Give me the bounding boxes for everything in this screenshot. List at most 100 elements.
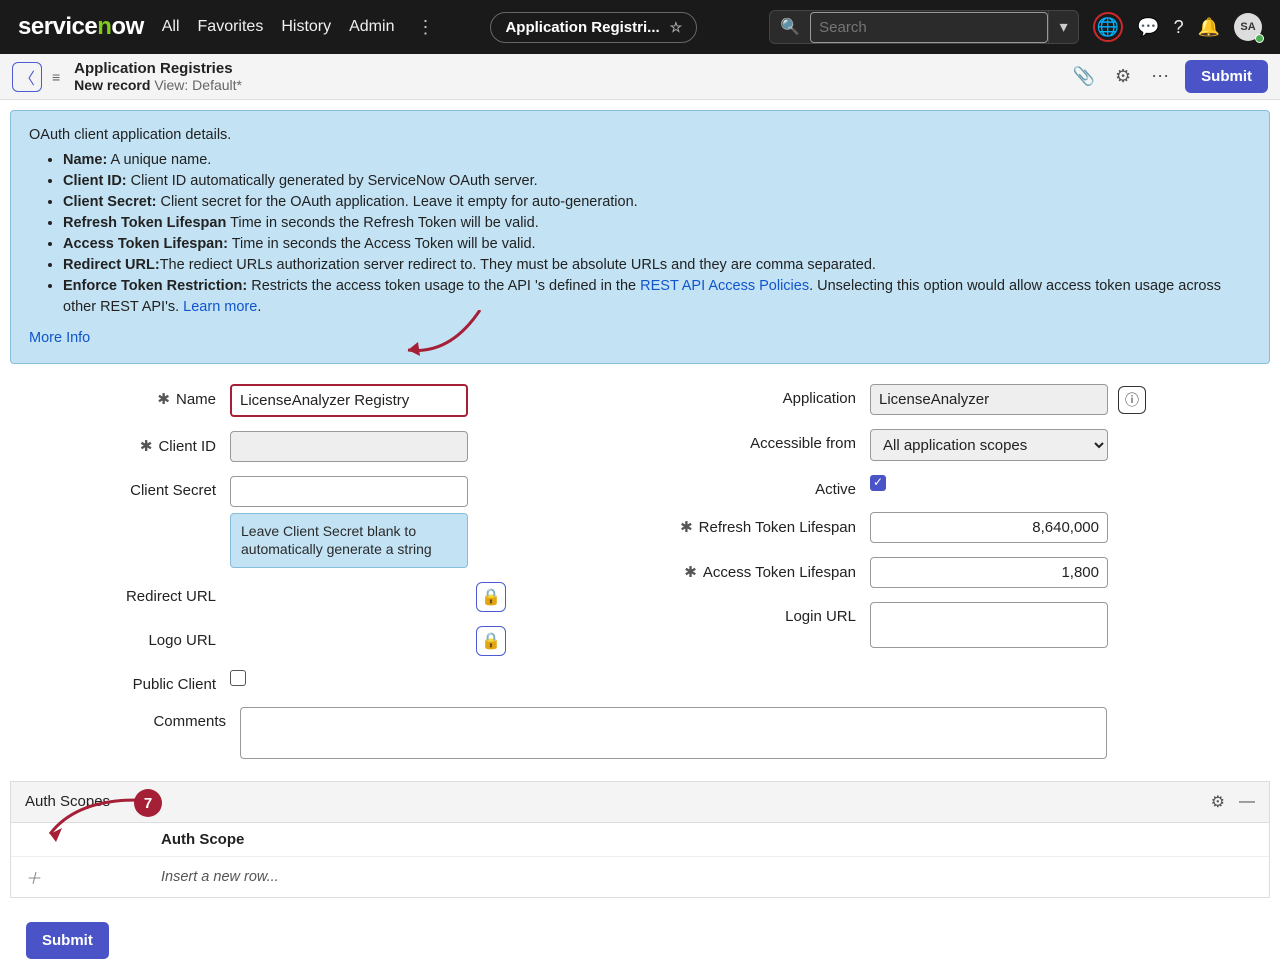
- accessible-from-select[interactable]: All application scopes: [870, 429, 1108, 461]
- name-input[interactable]: [230, 384, 468, 417]
- refresh-token-label: Refresh Token Lifespan: [699, 519, 856, 536]
- application-input: [870, 384, 1108, 415]
- lock-icon: 🔒: [481, 587, 501, 607]
- access-token-input[interactable]: [870, 557, 1108, 588]
- form-right-col: Application ⓘ Accessible from All applic…: [660, 384, 1260, 706]
- rest-api-link[interactable]: REST API Access Policies: [640, 278, 809, 294]
- accessible-from-label: Accessible from: [750, 435, 856, 452]
- client-secret-label: Client Secret: [130, 482, 216, 499]
- help-icon[interactable]: ?: [1174, 17, 1184, 38]
- b6: Enforce Token Restriction:: [63, 278, 247, 294]
- step-badge-7: 7: [134, 789, 162, 817]
- gear-icon[interactable]: ⚙: [1211, 792, 1225, 812]
- more-info-link[interactable]: More Info: [29, 328, 90, 349]
- collapse-icon[interactable]: —: [1239, 793, 1255, 811]
- logo-accent: n: [97, 13, 111, 40]
- nav-favorites[interactable]: Favorites: [198, 18, 264, 36]
- t3: Time in seconds the Refresh Token will b…: [226, 215, 538, 231]
- submit-button-top[interactable]: Submit: [1185, 60, 1268, 93]
- search-box[interactable]: 🔍: [769, 10, 1049, 44]
- active-label: Active: [815, 481, 856, 498]
- personalize-icon[interactable]: ⚙: [1115, 66, 1131, 87]
- required-icon: ✱: [157, 391, 170, 408]
- chat-icon[interactable]: 💬: [1137, 17, 1159, 38]
- client-id-label: Client ID: [158, 438, 216, 455]
- application-info-button[interactable]: ⓘ: [1118, 386, 1146, 414]
- logo: servicenow: [18, 13, 144, 41]
- redirect-url-label: Redirect URL: [126, 588, 216, 605]
- submit-button-bottom[interactable]: Submit: [26, 922, 109, 959]
- logo-text-post: ow: [111, 13, 143, 40]
- attachment-icon[interactable]: 📎: [1073, 66, 1095, 87]
- access-token-label: Access Token Lifespan: [703, 564, 856, 581]
- page-subtitle: New record View: Default*: [74, 77, 242, 93]
- comments-label: Comments: [153, 713, 226, 730]
- b2: Client Secret:: [63, 194, 156, 210]
- avatar[interactable]: SA: [1234, 13, 1262, 41]
- banner-intro: OAuth client application details.: [29, 125, 1251, 146]
- b0: Name:: [63, 152, 107, 168]
- breadcrumb-pill[interactable]: Application Registri... ☆: [490, 12, 697, 43]
- page-title: Application Registries: [74, 60, 242, 77]
- info-banner: OAuth client application details. Name: …: [10, 110, 1270, 364]
- plus-icon[interactable]: ＋: [25, 865, 161, 889]
- auth-scope-column: Auth Scope: [11, 822, 1269, 856]
- more-actions-icon[interactable]: ⋯: [1151, 66, 1169, 87]
- login-url-label: Login URL: [785, 608, 856, 625]
- lock-icon: 🔒: [481, 631, 501, 651]
- redirect-url-lock-button[interactable]: 🔒: [476, 582, 506, 612]
- required-icon: ✱: [684, 564, 697, 581]
- form-left-col: ✱ Name ✱ Client ID Client Secret Leave Cli…: [20, 384, 620, 706]
- comments-input[interactable]: [240, 707, 1107, 759]
- logo-text: service: [18, 13, 97, 40]
- t4: Time in seconds the Access Token will be…: [228, 236, 536, 252]
- auth-scope-new-row[interactable]: ＋ Insert a new row...: [11, 856, 1269, 897]
- bell-icon[interactable]: 🔔: [1198, 17, 1220, 38]
- more-icon[interactable]: ⋮: [416, 17, 434, 38]
- b4: Access Token Lifespan:: [63, 236, 228, 252]
- active-checkbox[interactable]: [870, 475, 886, 491]
- search-icon: 🔍: [770, 17, 810, 37]
- search-dropdown[interactable]: ▾: [1049, 10, 1079, 44]
- refresh-token-input[interactable]: [870, 512, 1108, 543]
- b3: Refresh Token Lifespan: [63, 215, 226, 231]
- t5: The rediect URLs authorization server re…: [160, 257, 876, 273]
- view-name: View: Default*: [154, 77, 242, 93]
- public-client-label: Public Client: [133, 676, 216, 693]
- breadcrumb-text: Application Registri...: [505, 19, 659, 36]
- login-url-input[interactable]: [870, 602, 1108, 648]
- search-input[interactable]: [810, 12, 1048, 43]
- client-id-input: [230, 431, 468, 462]
- info-icon: ⓘ: [1125, 390, 1139, 410]
- content-area: OAuth client application details. Name: …: [0, 100, 1280, 969]
- t6a: Restricts the access token usage to the …: [247, 278, 640, 294]
- application-label: Application: [783, 390, 856, 407]
- name-label: Name: [176, 391, 216, 408]
- globe-ring[interactable]: 🌐: [1093, 12, 1123, 42]
- b5: Redirect URL:: [63, 257, 160, 273]
- learn-more-link[interactable]: Learn more: [183, 299, 257, 315]
- t0: A unique name.: [107, 152, 211, 168]
- t2: Client secret for the OAuth application.…: [156, 194, 637, 210]
- client-secret-input[interactable]: [230, 476, 468, 507]
- nav-admin[interactable]: Admin: [349, 18, 394, 36]
- back-button[interactable]: 〈: [12, 62, 42, 92]
- globe-icon: 🌐: [1097, 17, 1119, 38]
- required-icon: ✱: [140, 438, 153, 455]
- client-secret-hint: Leave Client Secret blank to automatical…: [230, 513, 468, 567]
- star-icon[interactable]: ☆: [670, 19, 683, 36]
- presence-dot: [1255, 34, 1264, 43]
- avatar-initials: SA: [1240, 21, 1255, 33]
- b1: Client ID:: [63, 173, 127, 189]
- form: ✱ Name ✱ Client ID Client Secret Leave Cli…: [10, 384, 1270, 706]
- nav-all[interactable]: All: [162, 18, 180, 36]
- t1: Client ID automatically generated by Ser…: [127, 173, 538, 189]
- public-client-checkbox[interactable]: [230, 670, 246, 686]
- record-state: New record: [74, 77, 150, 93]
- top-nav: servicenow All Favorites History Admin ⋮…: [0, 0, 1280, 54]
- list-menu-icon[interactable]: ≡: [52, 69, 60, 85]
- auth-scopes-header: Auth Scopes ⚙ —: [11, 782, 1269, 822]
- logo-url-lock-button[interactable]: 🔒: [476, 626, 506, 656]
- banner-list: Name: A unique name. Client ID: Client I…: [63, 150, 1251, 318]
- nav-history[interactable]: History: [281, 18, 331, 36]
